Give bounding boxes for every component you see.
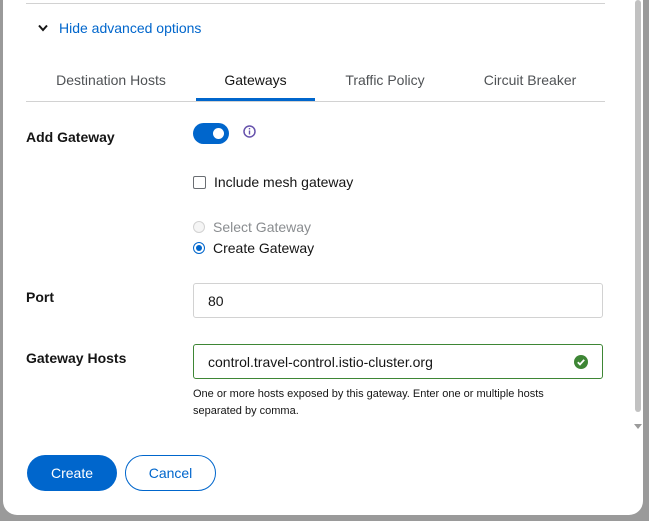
gateway-hosts-helper-text: One or more hosts exposed by this gatewa… bbox=[193, 388, 544, 417]
chevron-down-icon bbox=[37, 22, 49, 34]
include-mesh-gateway-row[interactable]: Include mesh gateway bbox=[193, 174, 353, 190]
scrollbar-thumb[interactable] bbox=[635, 0, 641, 412]
gateway-hosts-input[interactable]: control.travel-control.istio-cluster.org bbox=[193, 344, 603, 379]
select-gateway-radio bbox=[193, 221, 205, 233]
top-divider bbox=[26, 3, 605, 4]
switch-knob bbox=[213, 128, 224, 139]
include-mesh-gateway-checkbox[interactable] bbox=[193, 175, 206, 189]
tab-circuit-breaker[interactable]: Circuit Breaker bbox=[455, 60, 605, 100]
gateway-hosts-label: Gateway Hosts bbox=[26, 350, 127, 366]
advanced-tabs: Destination Hosts Gateways Traffic Polic… bbox=[26, 60, 605, 102]
check-circle-icon bbox=[574, 355, 588, 369]
tab-gateways[interactable]: Gateways bbox=[196, 60, 315, 101]
cancel-button[interactable]: Cancel bbox=[125, 455, 216, 491]
gateway-hosts-value: control.travel-control.istio-cluster.org bbox=[208, 353, 433, 370]
add-gateway-switch[interactable] bbox=[193, 123, 229, 144]
create-gateway-row[interactable]: Create Gateway bbox=[193, 240, 314, 256]
hide-advanced-options-toggle[interactable]: Hide advanced options bbox=[37, 20, 201, 36]
port-value: 80 bbox=[208, 292, 224, 309]
scroll-down-arrow-icon[interactable] bbox=[634, 417, 642, 429]
include-mesh-gateway-label: Include mesh gateway bbox=[214, 174, 354, 190]
tab-traffic-policy[interactable]: Traffic Policy bbox=[315, 60, 455, 100]
create-gateway-radio[interactable] bbox=[193, 242, 205, 254]
port-label: Port bbox=[26, 289, 54, 305]
port-input[interactable]: 80 bbox=[193, 283, 603, 318]
tab-destination-hosts[interactable]: Destination Hosts bbox=[26, 60, 196, 100]
select-gateway-row: Select Gateway bbox=[193, 219, 311, 235]
select-gateway-label: Select Gateway bbox=[213, 219, 312, 235]
wizard-modal: Hide advanced options Destination Hosts … bbox=[3, 0, 643, 515]
info-icon[interactable] bbox=[243, 125, 256, 138]
hide-advanced-options-label: Hide advanced options bbox=[59, 20, 202, 36]
add-gateway-label: Add Gateway bbox=[26, 129, 115, 145]
create-gateway-label: Create Gateway bbox=[213, 240, 315, 256]
create-button[interactable]: Create bbox=[27, 455, 117, 491]
